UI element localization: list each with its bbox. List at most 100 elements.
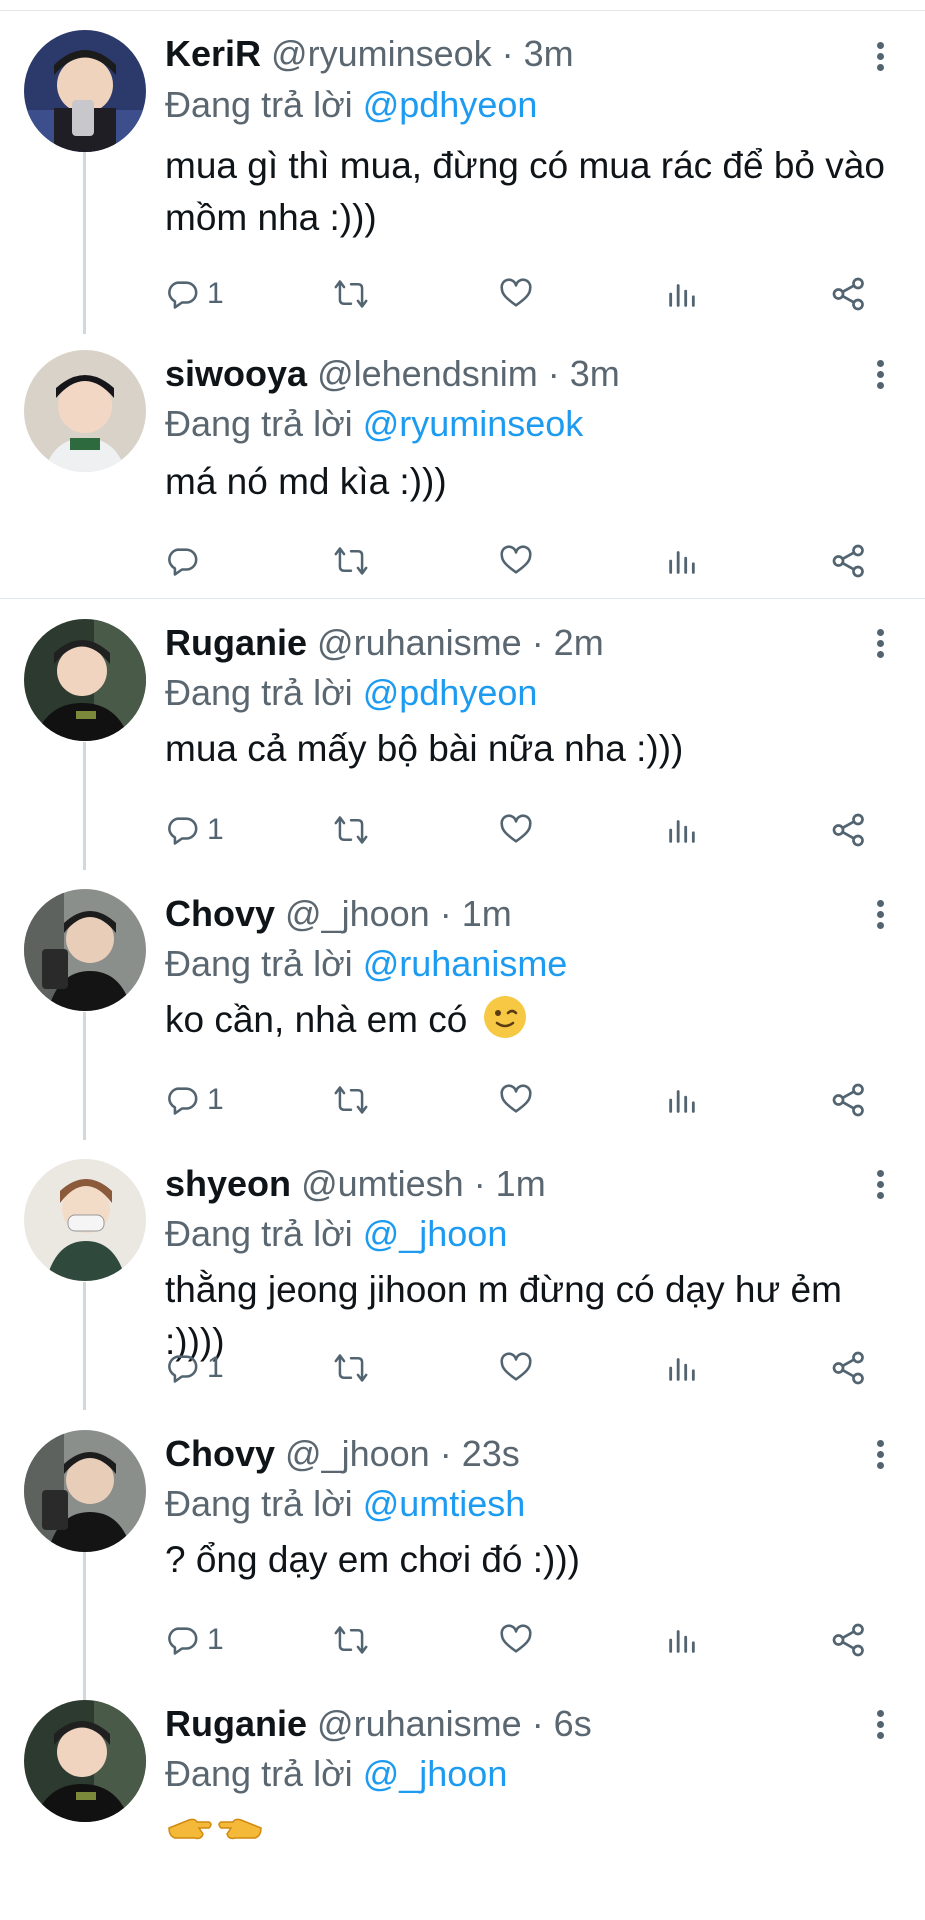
like-button[interactable] — [499, 1346, 533, 1390]
share-button[interactable] — [831, 1618, 867, 1662]
share-button[interactable] — [831, 1078, 867, 1122]
action-bar — [165, 539, 885, 583]
like-button[interactable] — [499, 539, 533, 583]
tweet-card[interactable]: Ruganie @ruhanisme · 6s Đang trả lời @_j… — [0, 1680, 925, 1920]
reply-count: 1 — [207, 1083, 224, 1116]
avatar[interactable] — [24, 619, 146, 741]
reply-icon — [168, 1355, 198, 1383]
share-icon — [832, 1083, 864, 1117]
author-handle[interactable]: @ruhanisme — [317, 1703, 522, 1744]
retweet-icon — [334, 280, 368, 308]
tweet-card[interactable]: Ruganie @ruhanisme · 2m Đang trả lời @pd… — [0, 599, 925, 870]
share-button[interactable] — [831, 808, 867, 852]
retweet-button[interactable] — [333, 539, 369, 583]
more-options-icon[interactable] — [870, 896, 890, 936]
timestamp[interactable]: · 3m — [502, 33, 574, 74]
analytics-icon — [669, 820, 695, 843]
retweet-button[interactable] — [333, 1346, 369, 1390]
author-name[interactable]: siwooya — [165, 353, 307, 394]
author-handle[interactable]: @umtiesh — [301, 1163, 464, 1204]
analytics-button[interactable] — [665, 808, 699, 852]
retweet-button[interactable] — [333, 272, 369, 316]
retweet-icon — [334, 816, 368, 844]
retweet-button[interactable] — [333, 1078, 369, 1122]
tweet-text: ko cần, nhà em có — [165, 999, 468, 1040]
retweet-icon — [334, 1626, 368, 1654]
more-options-icon[interactable] — [870, 1706, 890, 1746]
pointing-hands-emoji — [165, 1815, 265, 1856]
replying-to: Đang trả lời @umtiesh — [165, 1482, 525, 1526]
timestamp[interactable]: · 3m — [548, 353, 620, 394]
more-options-icon[interactable] — [870, 1166, 890, 1206]
analytics-button[interactable] — [665, 1078, 699, 1122]
author-name[interactable]: Chovy — [165, 893, 275, 934]
timestamp[interactable]: · 1m — [474, 1163, 546, 1204]
author-handle[interactable]: @lehendsnim — [317, 353, 538, 394]
reply-button[interactable] — [165, 539, 207, 583]
avatar[interactable] — [24, 1430, 146, 1552]
author-name[interactable]: Chovy — [165, 1433, 275, 1474]
action-bar: 1 — [165, 808, 885, 852]
author-handle[interactable]: @ryuminseok — [271, 33, 492, 74]
reply-button[interactable]: 1 — [165, 1078, 224, 1122]
like-button[interactable] — [499, 1618, 533, 1662]
share-button[interactable] — [831, 1346, 867, 1390]
share-icon — [832, 277, 864, 311]
reply-prefix: Đang trả lời — [165, 403, 353, 444]
reply-count: 1 — [207, 1623, 224, 1656]
author-name[interactable]: Ruganie — [165, 622, 307, 663]
reply-button[interactable]: 1 — [165, 1346, 224, 1390]
like-button[interactable] — [499, 808, 533, 852]
analytics-button[interactable] — [665, 539, 699, 583]
reply-mention[interactable]: @_jhoon — [363, 1213, 508, 1254]
author-name[interactable]: shyeon — [165, 1163, 291, 1204]
reply-mention[interactable]: @_jhoon — [363, 1753, 508, 1794]
author-handle[interactable]: @ruhanisme — [317, 622, 522, 663]
reply-mention[interactable]: @ruhanisme — [363, 943, 568, 984]
author-name[interactable]: KeriR — [165, 33, 261, 74]
tweet-card[interactable]: KeriR @ryuminseok · 3m Đang trả lời @pdh… — [0, 0, 925, 336]
share-icon — [832, 813, 864, 847]
timestamp[interactable]: · 1m — [440, 893, 512, 934]
tweet-card[interactable]: Chovy @_jhoon · 1m Đang trả lời @ruhanis… — [0, 870, 925, 1140]
author-handle[interactable]: @_jhoon — [285, 893, 430, 934]
avatar[interactable] — [24, 350, 146, 472]
reply-button[interactable]: 1 — [165, 808, 224, 852]
retweet-button[interactable] — [333, 808, 369, 852]
action-bar: 1 — [165, 1078, 885, 1122]
tweet-body — [165, 1804, 885, 1862]
retweet-button[interactable] — [333, 1618, 369, 1662]
avatar[interactable] — [24, 1700, 146, 1822]
reply-prefix: Đang trả lời — [165, 1483, 353, 1524]
avatar[interactable] — [24, 889, 146, 1011]
more-options-icon[interactable] — [870, 356, 890, 396]
share-icon — [832, 544, 864, 578]
analytics-button[interactable] — [665, 272, 699, 316]
timestamp[interactable]: · 2m — [532, 622, 604, 663]
timestamp[interactable]: · 6s — [532, 1703, 592, 1744]
reply-mention[interactable]: @ryuminseok — [363, 403, 584, 444]
reply-button[interactable]: 1 — [165, 1618, 224, 1662]
avatar[interactable] — [24, 1159, 146, 1281]
author-name[interactable]: Ruganie — [165, 1703, 307, 1744]
tweet-card[interactable]: siwooya @lehendsnim · 3m Đang trả lời @r… — [0, 336, 925, 598]
analytics-button[interactable] — [665, 1618, 699, 1662]
more-options-icon[interactable] — [870, 625, 890, 665]
like-button[interactable] — [499, 272, 533, 316]
analytics-button[interactable] — [665, 1346, 699, 1390]
reply-mention[interactable]: @pdhyeon — [363, 84, 538, 125]
share-icon — [832, 1351, 864, 1385]
reply-mention[interactable]: @umtiesh — [363, 1483, 526, 1524]
avatar[interactable] — [24, 30, 146, 152]
tweet-card[interactable]: shyeon @umtiesh · 1m Đang trả lời @_jhoo… — [0, 1140, 925, 1410]
more-options-icon[interactable] — [870, 1436, 890, 1476]
more-options-icon[interactable] — [870, 38, 890, 78]
timestamp[interactable]: · 23s — [440, 1433, 520, 1474]
reply-mention[interactable]: @pdhyeon — [363, 672, 538, 713]
share-button[interactable] — [831, 539, 867, 583]
heart-icon — [500, 278, 532, 307]
share-button[interactable] — [831, 272, 867, 316]
author-handle[interactable]: @_jhoon — [285, 1433, 430, 1474]
reply-button[interactable]: 1 — [165, 272, 224, 316]
like-button[interactable] — [499, 1078, 533, 1122]
